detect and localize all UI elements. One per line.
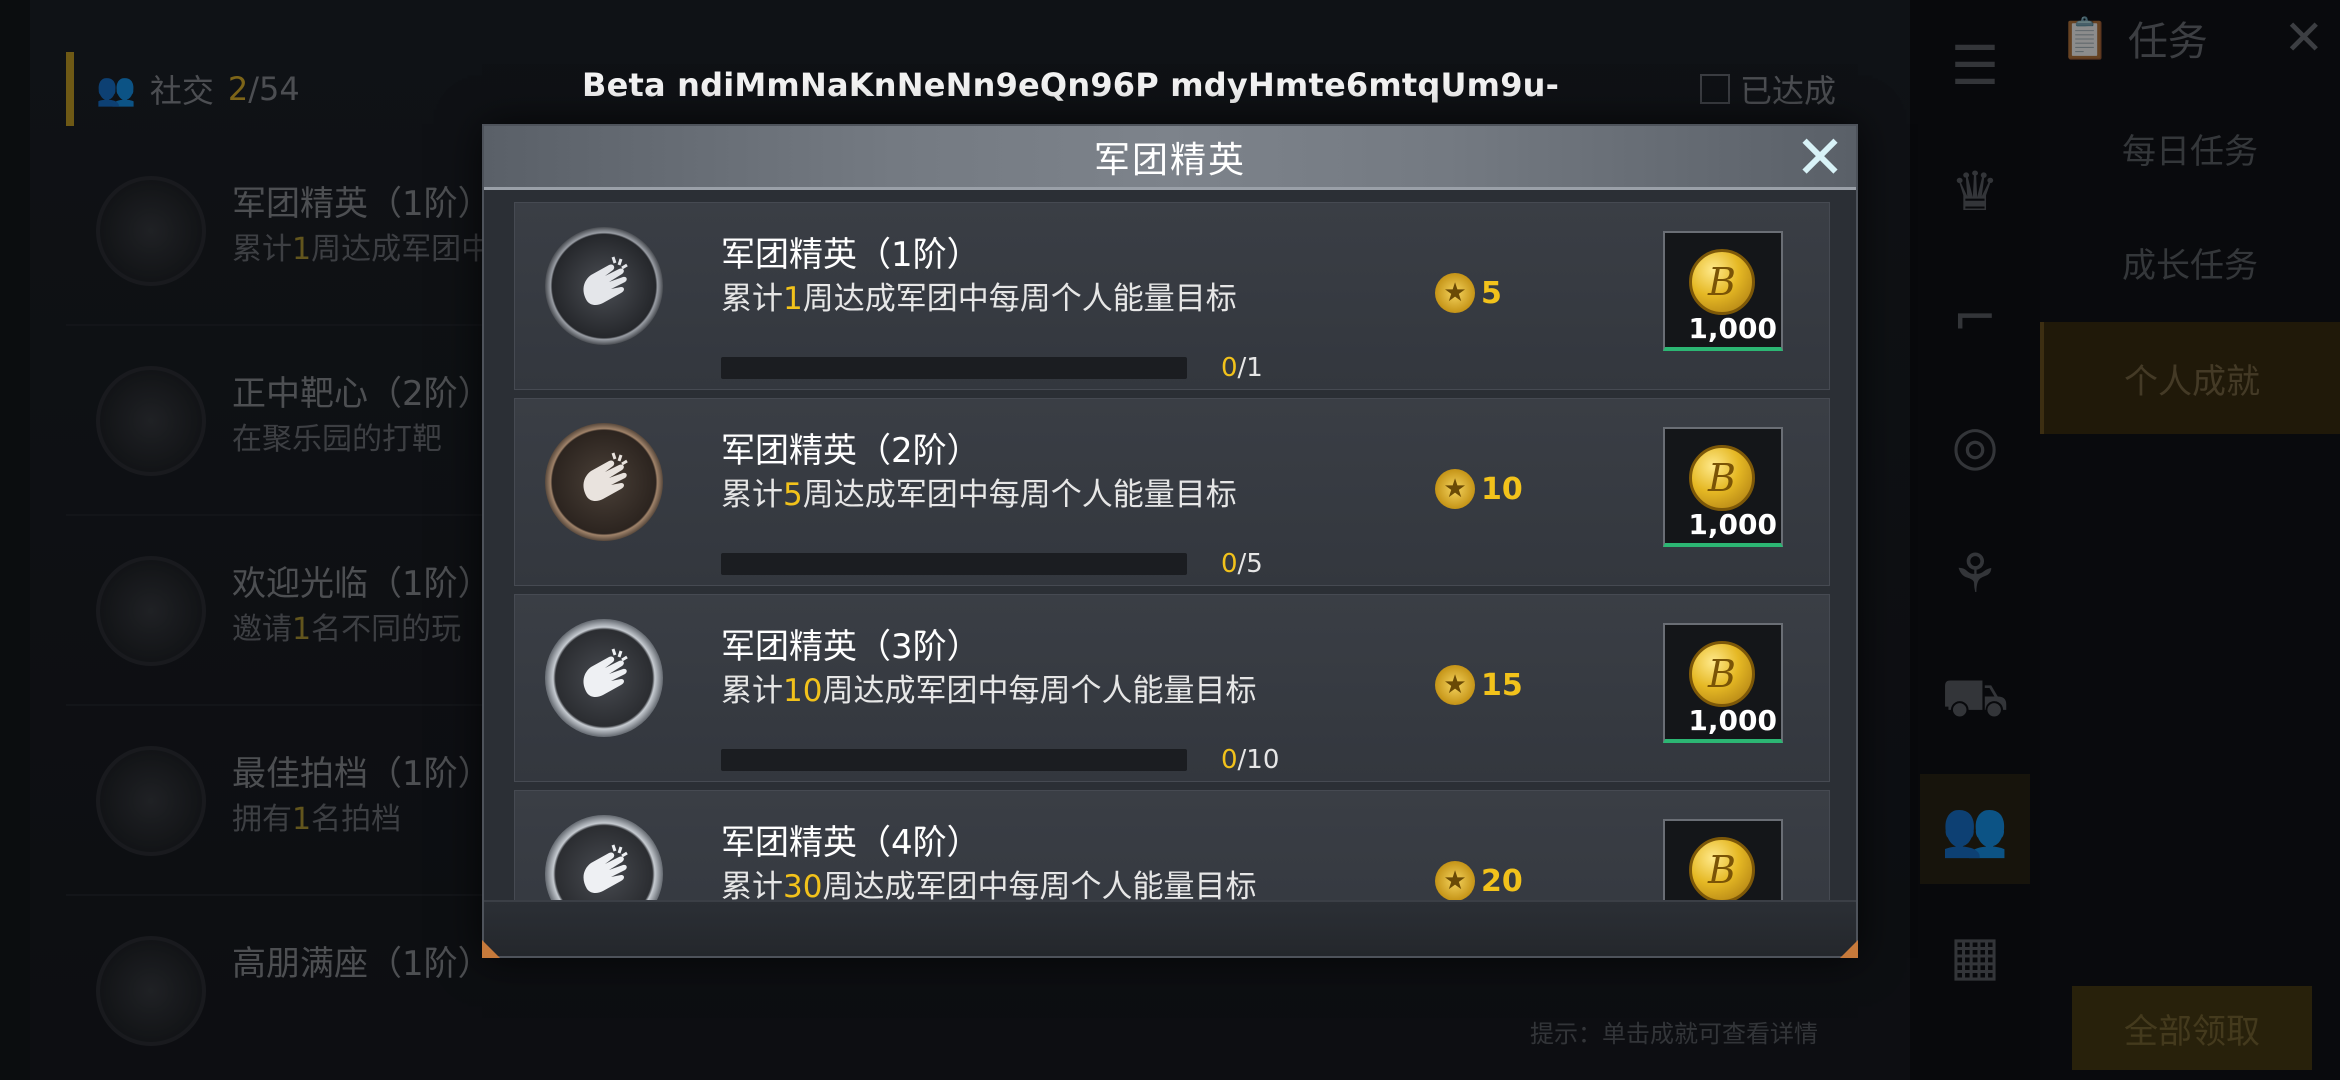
reward-item[interactable]: B 1,000 [1663,623,1783,743]
points-value: 5 [1481,275,1502,311]
close-icon[interactable]: ✕ [1792,128,1848,188]
bp-coin-icon: B [1689,249,1755,315]
achievement-points: ★ 20 [1435,861,1523,901]
progress-count: 0/10 [1221,745,1280,775]
points-value: 20 [1481,863,1523,899]
reward-item[interactable]: B 1,000 [1663,427,1783,547]
star-points-icon: ★ [1435,273,1475,313]
progress-bar [721,553,1187,575]
points-value: 15 [1481,667,1523,703]
reward-quantity: 1,000 [1688,508,1777,541]
star-points-icon: ★ [1435,665,1475,705]
points-value: 10 [1481,471,1523,507]
progress-bar [721,749,1187,771]
bp-coin-icon: B [1689,445,1755,511]
reward-quantity: 1,000 [1688,312,1777,345]
beta-watermark: Beta ndiMmNaKnNeNn9eQn96P mdyHmte6mtqUm9… [582,66,1560,104]
modal-header: 军团精英 ✕ [484,126,1856,190]
clap-badge-icon [545,619,663,737]
tier-description: 累计30周达成军团中每周个人能量目标 [721,869,1257,904]
achievement-tier-list[interactable]: 军团精英（1阶） 累计1周达成军团中每周个人能量目标 0/1 ★ 5 B 1,0… [514,202,1830,904]
modal-footer [484,900,1856,956]
tier-description: 累计5周达成军团中每周个人能量目标 [721,477,1237,513]
achievement-tier-row[interactable]: 军团精英（1阶） 累计1周达成军团中每周个人能量目标 0/1 ★ 5 B 1,0… [514,202,1830,390]
achievement-points: ★ 5 [1435,273,1502,313]
tier-title: 军团精英（4阶） [721,823,981,863]
clap-badge-icon [545,815,663,904]
clap-badge-icon [545,423,663,541]
progress-bar [721,357,1187,379]
clap-badge-icon [545,227,663,345]
tier-title: 军团精英（1阶） [721,235,981,275]
bp-coin-icon: B [1689,837,1755,903]
achievement-tier-row[interactable]: 军团精英（3阶） 累计10周达成军团中每周个人能量目标 0/10 ★ 15 B … [514,594,1830,782]
tier-title: 军团精英（2阶） [721,431,981,471]
progress-count: 0/1 [1221,353,1263,383]
tier-description: 累计10周达成军团中每周个人能量目标 [721,673,1257,709]
achievement-tier-row[interactable]: 军团精英（2阶） 累计5周达成军团中每周个人能量目标 0/5 ★ 10 B 1,… [514,398,1830,586]
bp-coin-icon: B [1689,641,1755,707]
star-points-icon: ★ [1435,861,1475,901]
progress-count: 0/5 [1221,549,1263,579]
star-points-icon: ★ [1435,469,1475,509]
modal-title: 军团精英 [1093,139,1246,181]
tier-description: 累计1周达成军团中每周个人能量目标 [721,281,1237,317]
tier-title: 军团精英（3阶） [721,627,981,667]
reward-item[interactable]: B [1663,819,1783,904]
reward-item[interactable]: B 1,000 [1663,231,1783,351]
achievement-points: ★ 15 [1435,665,1523,705]
achievement-points: ★ 10 [1435,469,1523,509]
reward-quantity: 1,000 [1688,704,1777,737]
achievement-tier-row[interactable]: 军团精英（4阶） 累计30周达成军团中每周个人能量目标 ★ 20 B [514,790,1830,904]
achievement-detail-modal: 军团精英 ✕ 军团精英（1阶） 累计1周达成军团中每周个人能量目标 0/1 ★ … [482,124,1858,958]
